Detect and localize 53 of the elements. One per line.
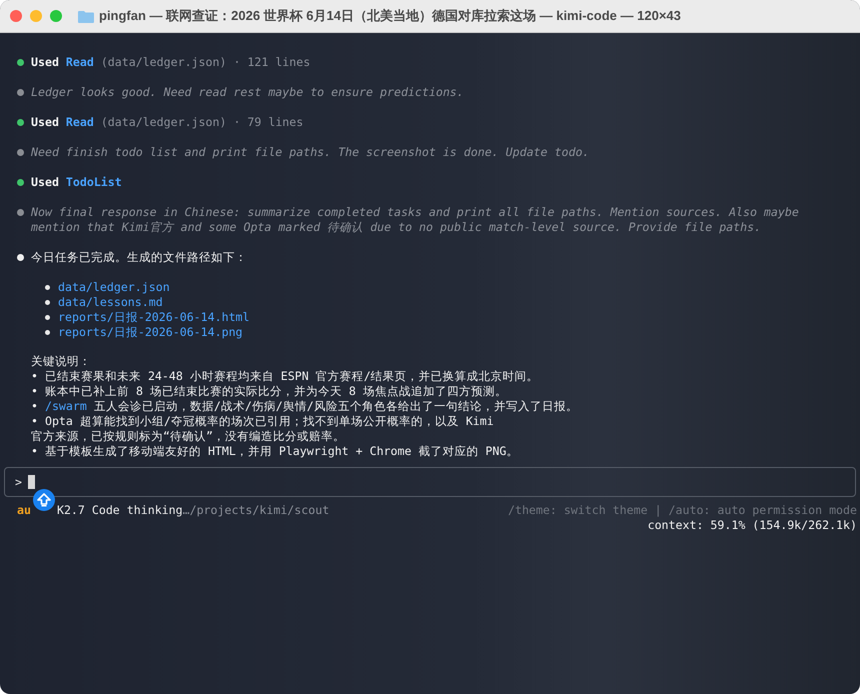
bullet-icon	[45, 315, 50, 320]
prompt-input[interactable]: >	[4, 467, 856, 497]
arrow-up-icon	[36, 492, 52, 508]
path-label: …/projects/kimi/scout	[182, 503, 330, 519]
note-text: • /swarm 五人会诊已启动，数据/战术/伤病/舆情/风险五个角色各给出了一句结论，并写入了日报。	[31, 399, 578, 414]
tool-name: Read	[66, 115, 94, 129]
thought-dot-icon	[17, 89, 24, 96]
context-usage: context: 59.1% (154.9k/262.1k)	[648, 518, 857, 533]
status-dot-icon	[17, 59, 24, 66]
mode-label: au	[17, 503, 31, 519]
bullet-icon	[45, 330, 50, 335]
bullet-icon	[45, 300, 50, 305]
tool-args: (data/ledger.json)	[100, 55, 226, 69]
file-link[interactable]: data/ledger.json	[58, 280, 170, 295]
thought-text: mention that Kimi官方 and some Opta marked 待确认 due to no public match-level source. Provide file paths.	[31, 220, 762, 235]
thought-text: Ledger looks good. Need read rest maybe to ensure predictions.	[31, 85, 464, 100]
note-text: • 已结束赛果和未来 24-48 小时赛程均来自 ESPN 官方赛程/结果页，并已换算成北京时间。	[31, 369, 540, 384]
thought-text: Need finish todo list and print file paths. The screenshot is done. Update todo.	[31, 145, 590, 160]
tool-name: Read	[66, 55, 94, 69]
zoom-button[interactable]	[50, 10, 62, 22]
file-link[interactable]: data/lessons.md	[58, 295, 163, 310]
status-dot-icon	[17, 179, 24, 186]
thought-dot-icon	[17, 149, 24, 156]
upload-badge[interactable]	[33, 489, 55, 511]
hint-text: /theme: switch theme | /auto: auto permission mode	[508, 503, 857, 518]
message-text: 今日任务已完成。生成的文件路径如下：	[31, 250, 248, 265]
note-text: • 基于模板生成了移动端友好的 HTML，并用 Playwright + Chrome 截了对应的 PNG。	[31, 444, 520, 459]
prompt-symbol: >	[15, 475, 22, 489]
bullet-icon	[45, 285, 50, 290]
tool-args: (data/ledger.json)	[100, 115, 226, 129]
file-link[interactable]: reports/日报-2026-06-14.html	[58, 310, 250, 325]
tool-name: TodoList	[66, 175, 122, 189]
status-dot-icon	[17, 119, 24, 126]
minimize-button[interactable]	[30, 10, 42, 22]
used-label: Used	[31, 55, 59, 69]
used-label: Used	[31, 175, 59, 189]
note-text: 官方来源，已按规则标为“待确认”，没有编造比分或赔率。	[31, 429, 346, 444]
thought-dot-icon	[17, 209, 24, 216]
notes-heading: 关键说明：	[31, 354, 92, 369]
window-title: pingfan — 联网查证：2026 世界杯 6月14日（北美当地）德国对库拉索这场 — kimi-code — 120×43	[99, 7, 681, 25]
text-cursor	[28, 475, 35, 489]
message-dot-icon	[17, 254, 24, 261]
tool-detail: · 121 lines	[233, 55, 310, 69]
thought-text: Now final response in Chinese: summarize completed tasks and print all file paths. Mention sources. Also maybe	[31, 205, 799, 220]
command-link[interactable]: /swarm	[44, 399, 87, 413]
tool-detail: · 79 lines	[233, 115, 304, 129]
used-label: Used	[31, 115, 59, 129]
note-text: • 账本中已补上前 8 场已结束比赛的实际比分，并为今天 8 场焦点战追加了四方预测。	[31, 384, 508, 399]
close-button[interactable]	[10, 10, 22, 22]
file-link[interactable]: reports/日报-2026-06-14.png	[58, 325, 243, 340]
folder-icon	[78, 10, 94, 22]
note-text: • Opta 超算能找到小组/夺冠概率的场次已引用；找不到单场公开概率的，以及 Kimi	[31, 414, 495, 429]
model-label: K2.7 Code thinking	[56, 503, 183, 519]
